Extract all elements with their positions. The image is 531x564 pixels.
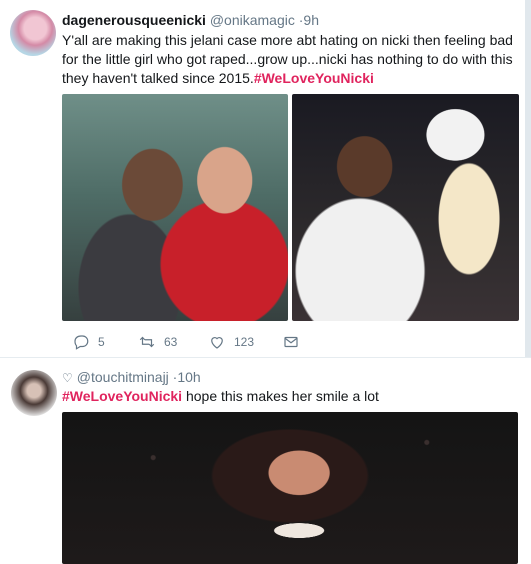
hashtag-link[interactable]: #WeLoveYouNicki [62,388,182,404]
tweet-text: #WeLoveYouNicki hope this makes her smil… [62,387,517,406]
reply-icon [74,335,89,350]
display-name[interactable]: dagenerousqueenicki [62,12,206,28]
username[interactable]: @onikamagic [210,12,295,28]
direct-message-button[interactable] [282,330,308,354]
scrollbar-edge [525,0,531,357]
timestamp[interactable]: 10h [177,369,200,385]
envelope-icon [284,336,298,348]
hashtag-link[interactable]: #WeLoveYouNicki [254,70,374,86]
tweet-text: Y'all are making this jelani case more a… [62,31,517,88]
tweet-photo[interactable] [292,94,519,321]
heart-icon: ♡ [62,371,73,385]
tweet-body: hope this makes her smile a lot [182,388,379,404]
retweet-icon [139,336,155,348]
timestamp[interactable]: 9h [303,12,319,28]
like-count: 123 [234,335,255,349]
like-button[interactable]: 123 [208,330,254,354]
retweet-button[interactable]: 63 [138,330,177,354]
tweet-photo[interactable] [62,94,288,321]
tweet-header: dagenerousqueenicki @onikamagic ·9h [62,11,319,29]
tweet-header: ♡ @touchitminajj ·10h [62,368,201,387]
reply-count: 5 [98,335,105,349]
tweet-actions: 5 63 123 [62,330,322,354]
username[interactable]: @touchitminajj [77,369,169,385]
tweet[interactable]: dagenerousqueenicki @onikamagic ·9h Y'al… [0,0,531,358]
tweet-photo[interactable] [62,412,518,564]
reply-button[interactable]: 5 [72,330,105,354]
avatar[interactable] [11,370,57,416]
retweet-count: 63 [164,335,178,349]
avatar[interactable] [10,10,56,56]
heart-icon [211,337,223,349]
